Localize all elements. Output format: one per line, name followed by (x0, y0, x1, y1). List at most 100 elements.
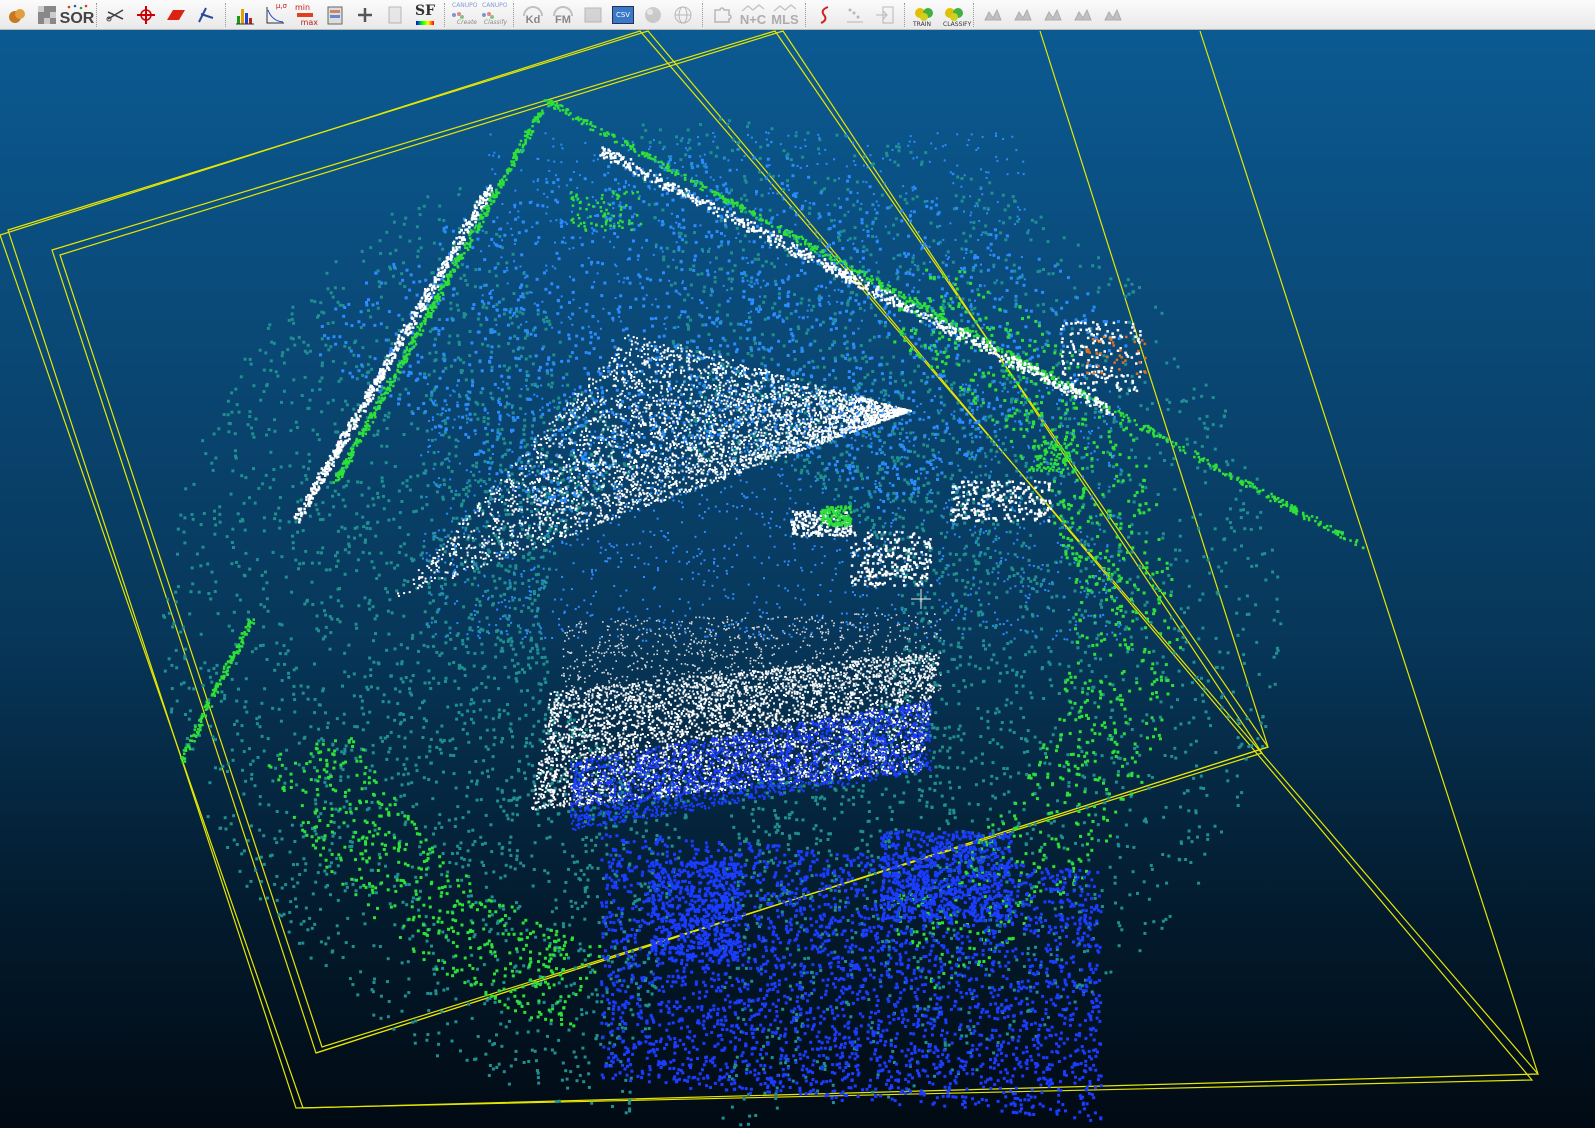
button-label: Create (457, 20, 477, 26)
sf-table-icon[interactable] (321, 2, 349, 28)
toolbar-group: μ,σ min max SF (230, 0, 440, 30)
kd-tree-button[interactable]: Kd (519, 2, 547, 28)
classify-cloud-button[interactable]: CLASSIFY (940, 2, 968, 28)
export-icon[interactable] (871, 2, 899, 28)
stat-fit-icon[interactable]: μ,σ (261, 2, 289, 28)
cloud-sample-icon[interactable] (3, 2, 31, 28)
view-back-icon (1012, 4, 1034, 26)
calculator-icon (384, 4, 406, 26)
histogram-icon[interactable] (231, 2, 259, 28)
canupo-create-button[interactable]: CANUPO Create (450, 2, 478, 28)
n-plus-c-button[interactable]: N+C (738, 2, 768, 28)
toolbar-group: N+C MLS (707, 0, 801, 30)
plane-icon[interactable] (162, 2, 190, 28)
canupo-caption: CANUPO (452, 3, 478, 9)
minmax-icon[interactable]: min max (291, 2, 319, 28)
fast-marching-button[interactable]: FM (549, 2, 577, 28)
plus-icon (354, 4, 376, 26)
toolbar-separator (904, 3, 905, 27)
object-white-right (850, 531, 932, 588)
csv-export-button[interactable]: CSV (609, 2, 637, 28)
file-io-icon (582, 4, 604, 26)
crosshair-cursor-icon (911, 589, 931, 609)
button-label: FM (555, 14, 571, 26)
csv-file-icon: CSV (612, 6, 634, 24)
toolbar-group (978, 0, 1128, 30)
toolbar-group (101, 0, 221, 30)
button-label: CLASSIFY (943, 22, 971, 28)
plus-icon[interactable] (351, 2, 379, 28)
colorscale-bar (416, 21, 434, 25)
cloud-layers-icon (844, 4, 866, 26)
view-left-icon (1042, 4, 1064, 26)
noise-filter-icon[interactable] (33, 2, 61, 28)
view-right-icon (1072, 4, 1094, 26)
button-label: SF (415, 3, 435, 19)
noise-filter-icon (36, 4, 58, 26)
train-classifier-button[interactable]: TRAIN (910, 2, 938, 28)
button-label: MLS (771, 12, 798, 27)
cloud-sample-icon (6, 4, 28, 26)
view-bottom-icon[interactable] (1099, 2, 1127, 28)
point-ring-left (162, 187, 692, 1114)
view-bottom-icon (1102, 4, 1124, 26)
toolbar-separator (702, 3, 703, 27)
view-front-icon (982, 4, 1004, 26)
toolbar-separator (973, 3, 974, 27)
object-green-top (570, 190, 642, 232)
mu-sigma-label: μ,σ (276, 3, 287, 10)
view-back-icon[interactable] (1009, 2, 1037, 28)
cloud-layers-icon[interactable] (841, 2, 869, 28)
spline-icon (814, 4, 836, 26)
bounding-box-outline (8, 31, 1532, 1108)
3d-viewport[interactable] (0, 30, 1595, 1128)
segment-icon (195, 4, 217, 26)
view-front-icon[interactable] (979, 2, 1007, 28)
button-label: Kd (526, 14, 541, 26)
min-label: min (295, 4, 310, 12)
plane-icon (165, 4, 187, 26)
clutter-blue-bottom (600, 833, 1103, 1122)
toolbar-group: SOR (2, 0, 92, 30)
wall-white-left (294, 185, 494, 524)
sf-colorscale-button[interactable]: SF (411, 2, 439, 28)
canupo-classify-button[interactable]: CANUPO Classify (480, 2, 508, 28)
canupo-caption: CANUPO (482, 3, 508, 9)
toolbar-separator (225, 3, 226, 27)
file-io-icon[interactable] (579, 2, 607, 28)
sphere-icon[interactable] (639, 2, 667, 28)
globe-icon[interactable] (669, 2, 697, 28)
sf-table-icon (324, 4, 346, 26)
segment-icon[interactable] (192, 2, 220, 28)
scissors-icon[interactable] (102, 2, 130, 28)
puzzle-icon[interactable] (708, 2, 736, 28)
sphere-icon (642, 4, 664, 26)
furniture-blue-lower (570, 701, 932, 831)
wall-white-top (599, 146, 1114, 415)
histogram-icon (234, 4, 256, 26)
export-icon (874, 4, 896, 26)
toolbar-separator (96, 3, 97, 27)
toolbar-separator (513, 3, 514, 27)
toolbar-group: Kd FM CSV (518, 0, 698, 30)
transform-icon (135, 4, 157, 26)
spline-icon[interactable] (811, 2, 839, 28)
mls-button[interactable]: MLS (770, 2, 800, 28)
calculator-icon[interactable] (381, 2, 409, 28)
wall-green-left (333, 110, 545, 484)
puzzle-icon (711, 4, 733, 26)
view-right-icon[interactable] (1069, 2, 1097, 28)
button-label: TRAIN (913, 22, 931, 28)
toolbar-separator (444, 3, 445, 27)
view-left-icon[interactable] (1039, 2, 1067, 28)
main-toolbar: SOR μ,σ min max SF CANUPO Create CANUPO Classify… (0, 0, 1595, 30)
button-label: Classify (484, 20, 507, 26)
bounding-box-edge (1200, 31, 1538, 1074)
point-cloud-scene (0, 30, 1595, 1128)
transform-icon[interactable] (132, 2, 160, 28)
canupo-icon (451, 10, 465, 20)
sor-filter-button[interactable]: SOR (63, 2, 91, 28)
button-label: CSV (616, 11, 630, 19)
button-label: N+C (740, 12, 766, 27)
toolbar-separator (805, 3, 806, 27)
